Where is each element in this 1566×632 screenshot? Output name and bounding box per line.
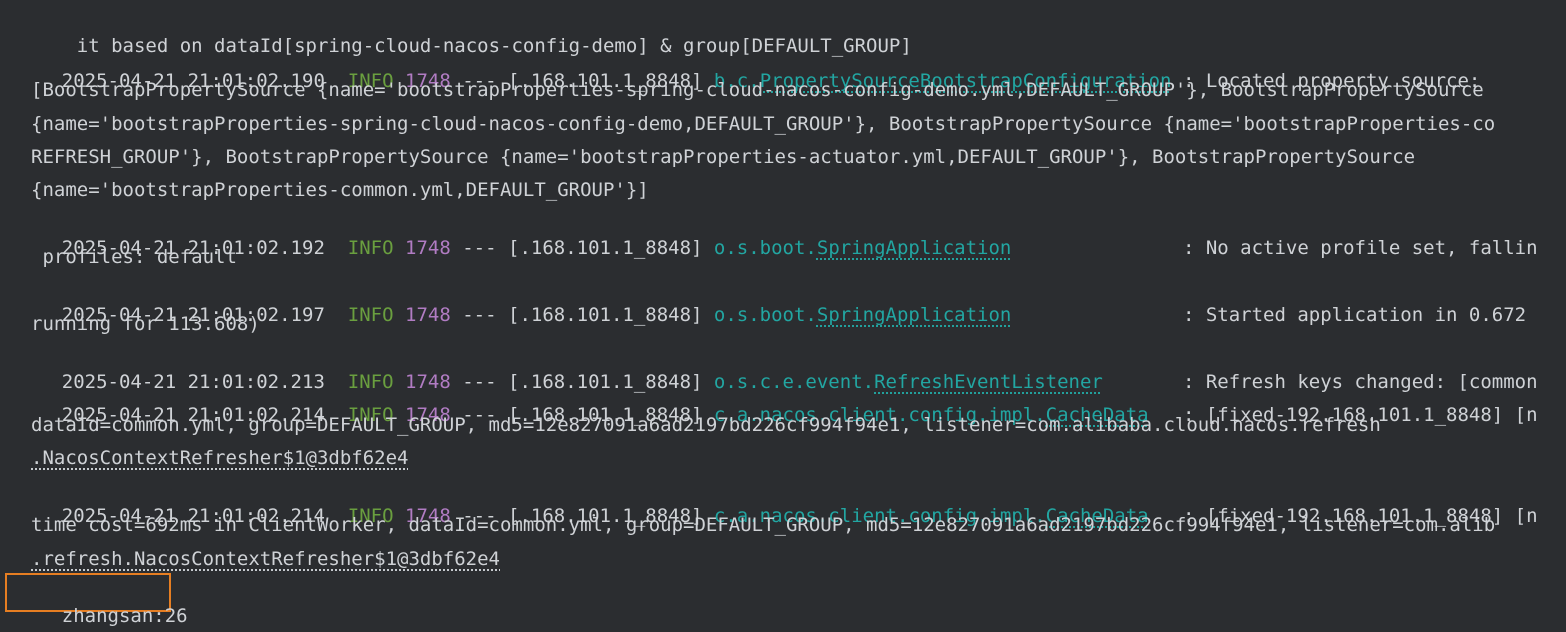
log-logger-package: o.s.boot. (713, 304, 817, 326)
log-separator: --- (462, 304, 497, 326)
log-message: : No active profile set, fallin (1182, 237, 1538, 259)
log-text-link[interactable]: .NacosContextRefresher$1@3dbf62e4 (31, 447, 409, 469)
log-text: REFRESH_GROUP'}, BootstrapPropertySource… (31, 146, 1416, 168)
log-text: time cost=692ms in ClientWorker, dataId=… (31, 514, 1496, 536)
console-output[interactable]: it based on dataId[spring-cloud-nacos-co… (0, 0, 1566, 632)
log-text: dataId=common.yml, group=DEFAULT_GROUP, … (31, 414, 1381, 436)
log-continuation-line: running for 113.608) (31, 312, 260, 336)
log-continuation-line: it based on dataId[spring-cloud-nacos-co… (31, 10, 912, 57)
log-pid: 1748 (405, 237, 451, 259)
output-text: zhangsan:26 (61, 605, 188, 627)
log-separator: --- (462, 237, 497, 259)
log-text-link[interactable]: .refresh.NacosContextRefresher$1@3dbf62e… (31, 548, 500, 570)
log-text: profiles: default (31, 246, 237, 268)
log-continuation-line: {name='bootstrapProperties-spring-cloud-… (31, 112, 1495, 136)
log-entry: 2025-04-21 21:01:02.213 INFO 1748 --- [.… (16, 346, 1538, 393)
log-logger-class-link[interactable]: SpringApplication (817, 304, 1011, 326)
log-thread: [.168.101.1_8848] (508, 304, 703, 326)
log-continuation-line: .refresh.NacosContextRefresher$1@3dbf62e… (31, 547, 500, 571)
log-continuation-line: .NacosContextRefresher$1@3dbf62e4 (31, 446, 409, 470)
log-text: {name='bootstrapProperties-common.yml,DE… (31, 179, 649, 201)
log-text: running for 113.608) (31, 313, 260, 335)
log-level: INFO (347, 237, 394, 259)
log-entry: 2025-04-21 21:01:02.214 INFO 1748 --- [.… (16, 480, 1538, 527)
log-message: : Started application in 0.672 (1182, 304, 1527, 326)
log-continuation-line: profiles: default (31, 245, 237, 269)
log-thread: [.168.101.1_8848] (508, 237, 703, 259)
log-continuation-line: time cost=692ms in ClientWorker, dataId=… (31, 513, 1495, 537)
log-text: {name='bootstrapProperties-spring-cloud-… (31, 113, 1496, 135)
program-output: zhangsan:26 (16, 580, 188, 632)
log-logger-package: o.s.boot. (713, 237, 817, 259)
log-level: INFO (347, 304, 394, 326)
log-entry: 2025-04-21 21:01:02.214 INFO 1748 --- [.… (16, 379, 1538, 426)
log-pid: 1748 (405, 304, 451, 326)
log-continuation-line: dataId=common.yml, group=DEFAULT_GROUP, … (31, 413, 1381, 437)
log-logger-class-link[interactable]: SpringApplication (817, 237, 1011, 259)
log-continuation-line: {name='bootstrapProperties-common.yml,DE… (31, 178, 649, 202)
log-entry: 2025-04-21 21:01:02.197 INFO 1748 --- [.… (16, 279, 1526, 326)
log-entry: 2025-04-21 21:01:02.190 INFO 1748 --- [.… (16, 45, 1481, 92)
log-text: [BootstrapPropertySource {name='bootstra… (31, 79, 1484, 101)
log-continuation-line: REFRESH_GROUP'}, BootstrapPropertySource… (31, 145, 1415, 169)
log-entry: 2025-04-21 21:01:02.192 INFO 1748 --- [.… (16, 212, 1538, 259)
log-continuation-line: [BootstrapPropertySource {name='bootstra… (31, 78, 1484, 102)
